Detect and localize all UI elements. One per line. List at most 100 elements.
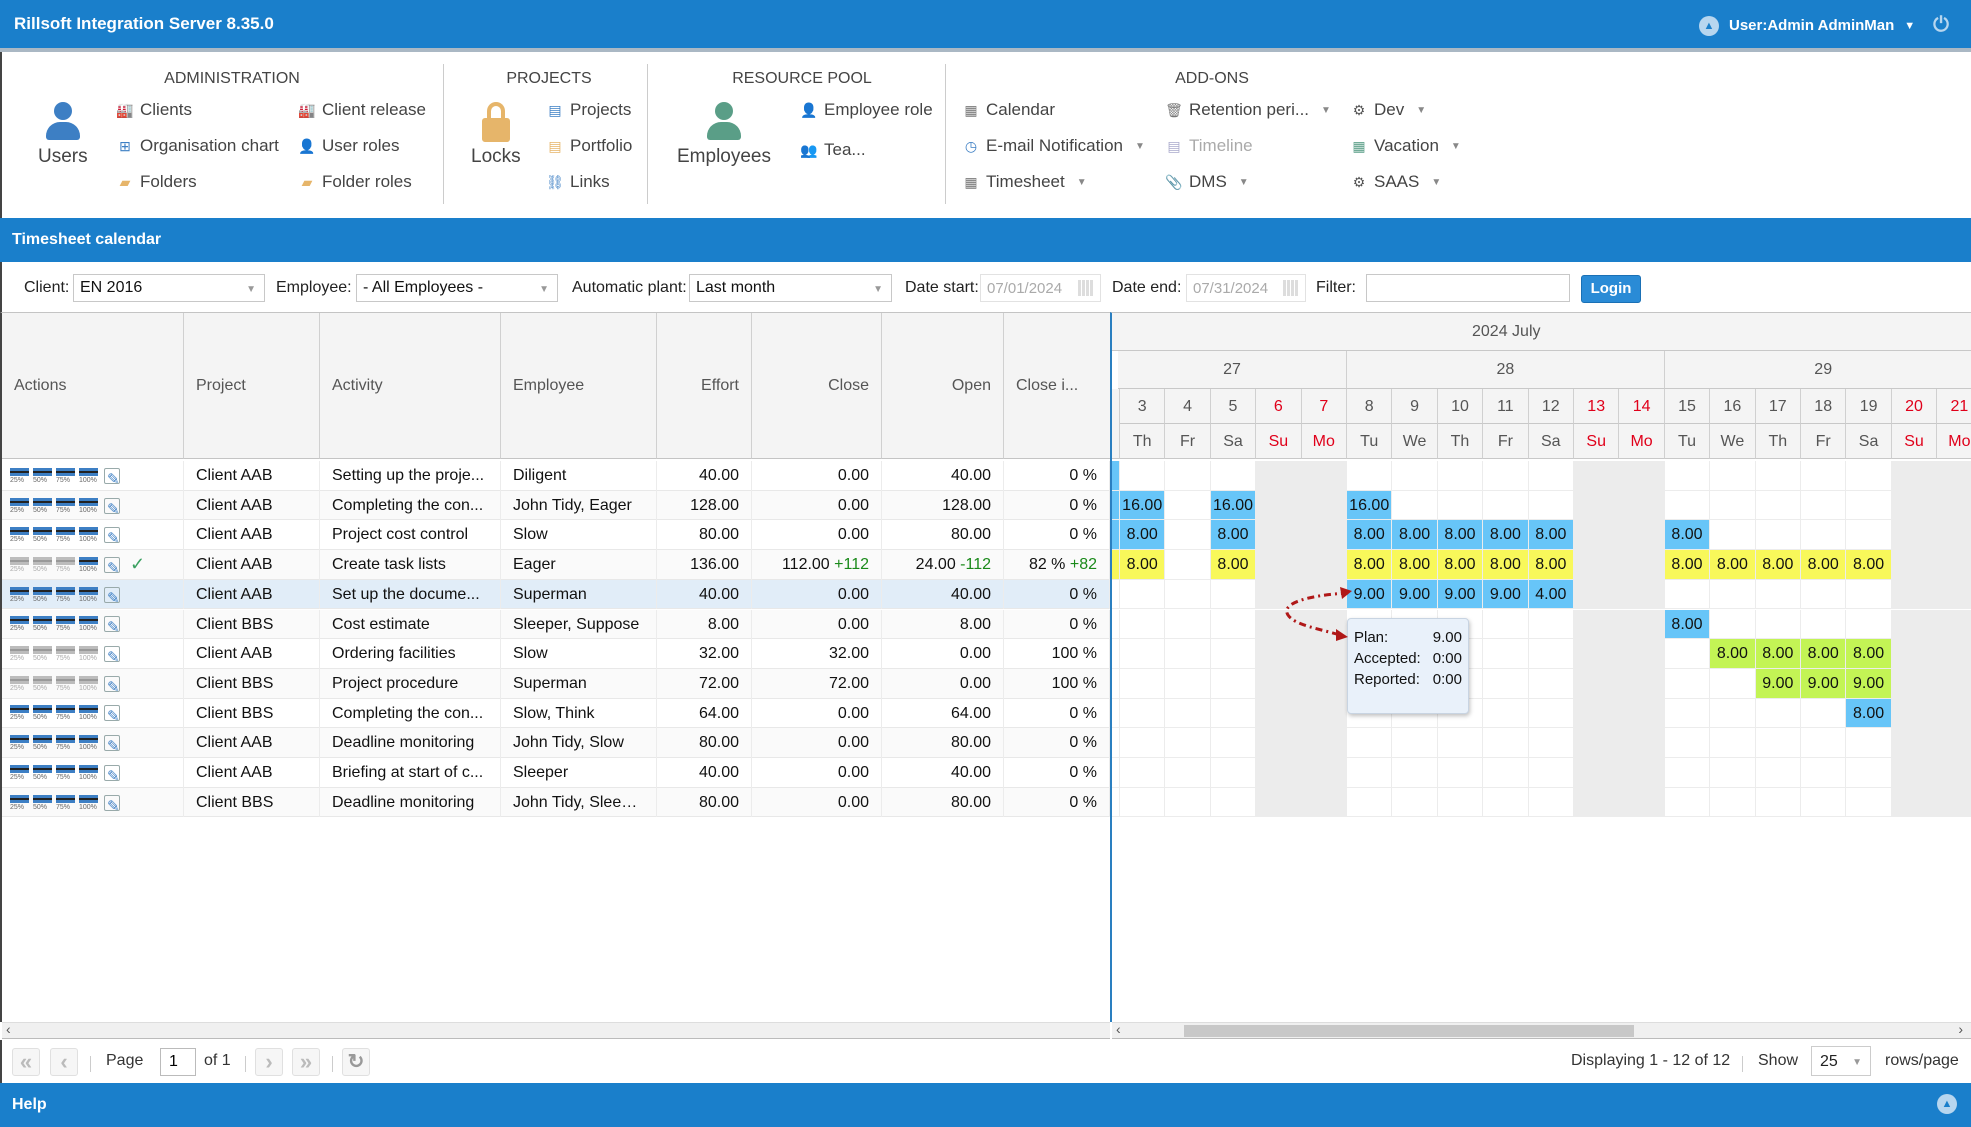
calendar-cell[interactable] bbox=[1664, 461, 1711, 491]
progress-100-icon[interactable]: 100% bbox=[79, 497, 98, 515]
calendar-entry[interactable]: 9.00 bbox=[1437, 579, 1484, 610]
calendar-cell[interactable] bbox=[1846, 520, 1892, 551]
calendar-cell[interactable] bbox=[1256, 728, 1302, 758]
calendar-cell[interactable] bbox=[1392, 787, 1438, 818]
col-header-actions[interactable]: Actions bbox=[2, 313, 184, 459]
calendar-cell[interactable] bbox=[1120, 758, 1166, 788]
progress-50-icon[interactable]: 50% bbox=[33, 645, 52, 663]
calendar-entry[interactable]: 9.00 bbox=[1755, 668, 1801, 699]
next-page-button[interactable]: › bbox=[255, 1048, 283, 1076]
calendar-cell[interactable] bbox=[1256, 520, 1302, 551]
calendar-cell[interactable] bbox=[1301, 668, 1347, 699]
calendar-entry[interactable]: 8.00 bbox=[1347, 520, 1393, 551]
calendar-cell[interactable] bbox=[1120, 787, 1166, 818]
calendar-cell[interactable] bbox=[1165, 787, 1211, 818]
calendar-cell[interactable] bbox=[1755, 728, 1801, 758]
help-label[interactable]: Help bbox=[12, 1096, 47, 1113]
calendar-cell[interactable] bbox=[1801, 579, 1847, 610]
calendar-cell[interactable] bbox=[1891, 668, 1938, 699]
calendar-cell[interactable] bbox=[1256, 787, 1302, 818]
vacation-button[interactable]: ▦ Vacation ▼ bbox=[1350, 136, 1460, 156]
dms-button[interactable]: 📎 DMS ▼ bbox=[1165, 172, 1248, 192]
calendar-cell[interactable] bbox=[1210, 461, 1257, 491]
calendar-cell[interactable] bbox=[1619, 490, 1665, 521]
calendar-cell[interactable] bbox=[1937, 758, 1971, 788]
calendar-cell[interactable] bbox=[1528, 490, 1574, 521]
progress-50-icon[interactable]: 50% bbox=[33, 734, 52, 752]
calendar-cell[interactable] bbox=[1755, 758, 1801, 788]
progress-25-icon[interactable]: 25% bbox=[10, 586, 29, 604]
progress-75-icon[interactable]: 75% bbox=[56, 467, 75, 485]
collapse-up-icon[interactable]: ▲ bbox=[1937, 1094, 1957, 1114]
calendar-cell[interactable] bbox=[1801, 728, 1847, 758]
progress-50-icon[interactable]: 50% bbox=[33, 675, 52, 693]
calendar-entry[interactable]: 8.00 bbox=[1120, 520, 1166, 551]
calendar-cell[interactable] bbox=[1891, 758, 1938, 788]
calendar-cell[interactable] bbox=[1710, 609, 1756, 640]
calendar-cell[interactable] bbox=[1165, 550, 1211, 580]
calendar-cell[interactable] bbox=[1112, 579, 1120, 610]
calendar-cell[interactable] bbox=[1755, 461, 1801, 491]
calendar-cell[interactable] bbox=[1619, 758, 1665, 788]
calendar-cell[interactable] bbox=[1937, 609, 1971, 640]
day-number-header[interactable]: 4 bbox=[1165, 389, 1211, 424]
calendar-cell[interactable] bbox=[1619, 698, 1665, 729]
calendar-cell[interactable] bbox=[1574, 461, 1620, 491]
calendar-cell[interactable] bbox=[1528, 728, 1574, 758]
progress-75-icon[interactable]: 75% bbox=[56, 526, 75, 544]
calendar-cell[interactable] bbox=[1710, 520, 1756, 551]
saas-button[interactable]: ⚙ SAAS ▼ bbox=[1350, 172, 1442, 192]
calendar-cell[interactable] bbox=[1710, 728, 1756, 758]
edit-icon[interactable] bbox=[104, 673, 120, 699]
progress-25-icon[interactable]: 25% bbox=[10, 734, 29, 752]
calendar-cell[interactable] bbox=[1619, 461, 1665, 491]
progress-50-icon[interactable]: 50% bbox=[33, 794, 52, 812]
edit-icon[interactable] bbox=[104, 554, 120, 580]
calendar-entry[interactable]: 16.00 bbox=[1120, 490, 1166, 521]
client-release-button[interactable]: 🏭 Client release bbox=[298, 100, 426, 120]
calendar-cell[interactable] bbox=[1619, 520, 1665, 551]
calendar-cell[interactable] bbox=[1301, 520, 1347, 551]
progress-50-icon[interactable]: 50% bbox=[33, 615, 52, 633]
calendar-cell[interactable] bbox=[1846, 758, 1892, 788]
progress-75-icon[interactable]: 75% bbox=[56, 497, 75, 515]
first-page-button[interactable]: « bbox=[12, 1048, 40, 1076]
calendar-cell[interactable] bbox=[1165, 728, 1211, 758]
table-row[interactable]: 25%50%75%100% Client BBS Project procedure… bbox=[2, 668, 1110, 699]
calendar-cell[interactable] bbox=[1710, 668, 1756, 699]
calendar-cell[interactable] bbox=[1891, 520, 1938, 551]
calendar-entry[interactable]: 9.00 bbox=[1846, 668, 1892, 699]
progress-75-icon[interactable]: 75% bbox=[56, 586, 75, 604]
calendar-cell[interactable] bbox=[1619, 787, 1665, 818]
calendar-cell[interactable] bbox=[1619, 550, 1665, 580]
calendar-cell[interactable] bbox=[1301, 490, 1347, 521]
calendar-cell[interactable] bbox=[1483, 461, 1529, 491]
progress-100-icon[interactable]: 100% bbox=[79, 645, 98, 663]
calendar-cell[interactable] bbox=[1801, 520, 1847, 551]
calendar-cell[interactable] bbox=[1801, 698, 1847, 729]
calendar-cell[interactable] bbox=[1937, 579, 1971, 610]
calendar-cell[interactable] bbox=[1937, 728, 1971, 758]
calendar-cell[interactable] bbox=[1937, 698, 1971, 729]
folders-button[interactable]: ▰ Folders bbox=[116, 172, 197, 192]
calendar-cell[interactable] bbox=[1937, 668, 1971, 699]
page-input[interactable] bbox=[160, 1048, 196, 1076]
calendar-entry[interactable]: 8.00 bbox=[1210, 550, 1257, 580]
calendar-cell[interactable] bbox=[1483, 728, 1529, 758]
calendar-horizontal-scrollbar[interactable]: ‹ › bbox=[1112, 1021, 1971, 1039]
calendar-cell[interactable] bbox=[1710, 787, 1756, 818]
calendar-cell[interactable] bbox=[1347, 728, 1393, 758]
table-row[interactable]: 25%50%75%100% Client AAB Completing the co… bbox=[2, 490, 1110, 521]
calendar-cell[interactable] bbox=[1120, 609, 1166, 640]
progress-50-icon[interactable]: 50% bbox=[33, 764, 52, 782]
calendar-cell[interactable] bbox=[1112, 639, 1120, 669]
calendar-cell[interactable] bbox=[1846, 579, 1892, 610]
calendar-cell[interactable] bbox=[1710, 758, 1756, 788]
calendar-cell[interactable] bbox=[1165, 639, 1211, 669]
links-button[interactable]: ⛓ Links bbox=[546, 172, 610, 192]
day-number-header[interactable]: 7 bbox=[1301, 389, 1347, 424]
progress-25-icon[interactable]: 25% bbox=[10, 764, 29, 782]
calendar-cell[interactable] bbox=[1846, 728, 1892, 758]
calendar-cell[interactable] bbox=[1392, 758, 1438, 788]
timesheet-button[interactable]: ▦ Timesheet ▼ bbox=[962, 172, 1086, 192]
